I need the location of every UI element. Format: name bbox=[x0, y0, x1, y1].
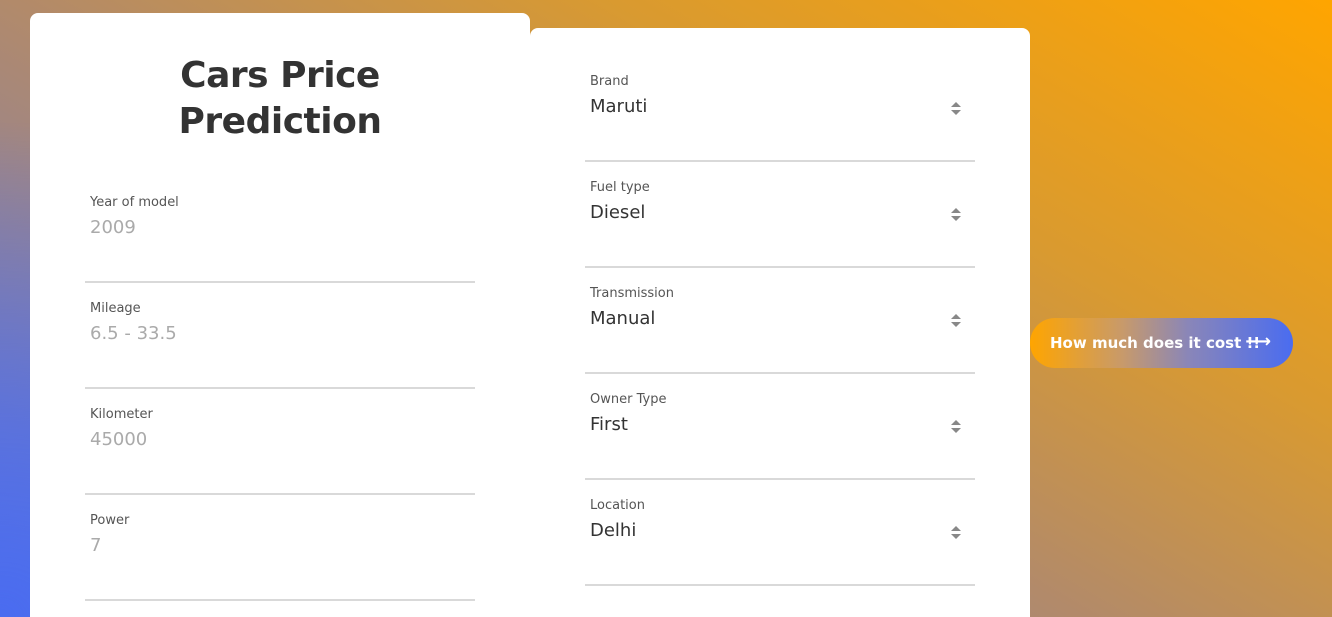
left-form-card: Cars Price Prediction Year of model Mile… bbox=[30, 13, 530, 617]
select-arrows-icon bbox=[951, 314, 961, 328]
power-input[interactable] bbox=[90, 535, 450, 556]
location-value: Delhi bbox=[590, 520, 637, 541]
power-field: Power bbox=[85, 513, 475, 601]
select-arrows-icon bbox=[951, 102, 961, 116]
year-field: Year of model bbox=[85, 195, 475, 283]
predict-price-button[interactable]: How much does it cost !! ⟶ bbox=[1030, 318, 1293, 368]
owner-type-label: Owner Type bbox=[590, 392, 667, 407]
kilometer-label: Kilometer bbox=[90, 407, 153, 422]
location-label: Location bbox=[590, 498, 645, 513]
brand-select[interactable]: Brand Maruti bbox=[585, 74, 975, 162]
title-line-2: Prediction bbox=[178, 101, 382, 142]
transmission-label: Transmission bbox=[590, 286, 674, 301]
transmission-select[interactable]: Transmission Manual bbox=[585, 286, 975, 374]
fuel-type-select[interactable]: Fuel type Diesel bbox=[585, 180, 975, 268]
brand-value: Maruti bbox=[590, 96, 648, 117]
fuel-type-value: Diesel bbox=[590, 202, 646, 223]
mileage-label: Mileage bbox=[90, 301, 141, 316]
year-input[interactable] bbox=[90, 217, 450, 238]
select-arrows-icon bbox=[951, 208, 961, 222]
location-select[interactable]: Location Delhi bbox=[585, 498, 975, 586]
kilometer-input[interactable] bbox=[90, 429, 450, 450]
right-form-card: Brand Maruti Fuel type Diesel Transmissi… bbox=[530, 28, 1030, 617]
brand-label: Brand bbox=[590, 74, 629, 89]
select-arrows-icon bbox=[951, 526, 961, 540]
mileage-field: Mileage bbox=[85, 301, 475, 389]
owner-type-value: First bbox=[590, 414, 628, 435]
fuel-type-label: Fuel type bbox=[590, 180, 650, 195]
mileage-input[interactable] bbox=[90, 323, 450, 344]
arrow-right-icon: ⟶ bbox=[1245, 331, 1271, 352]
owner-type-select[interactable]: Owner Type First bbox=[585, 392, 975, 480]
select-arrows-icon bbox=[951, 420, 961, 434]
title-line-1: Cars Price bbox=[180, 55, 380, 96]
page-title: Cars Price Prediction bbox=[30, 53, 530, 145]
power-label: Power bbox=[90, 513, 130, 528]
transmission-value: Manual bbox=[590, 308, 656, 329]
predict-button-label: How much does it cost !! bbox=[1050, 334, 1261, 352]
kilometer-field: Kilometer bbox=[85, 407, 475, 495]
year-label: Year of model bbox=[90, 195, 179, 210]
